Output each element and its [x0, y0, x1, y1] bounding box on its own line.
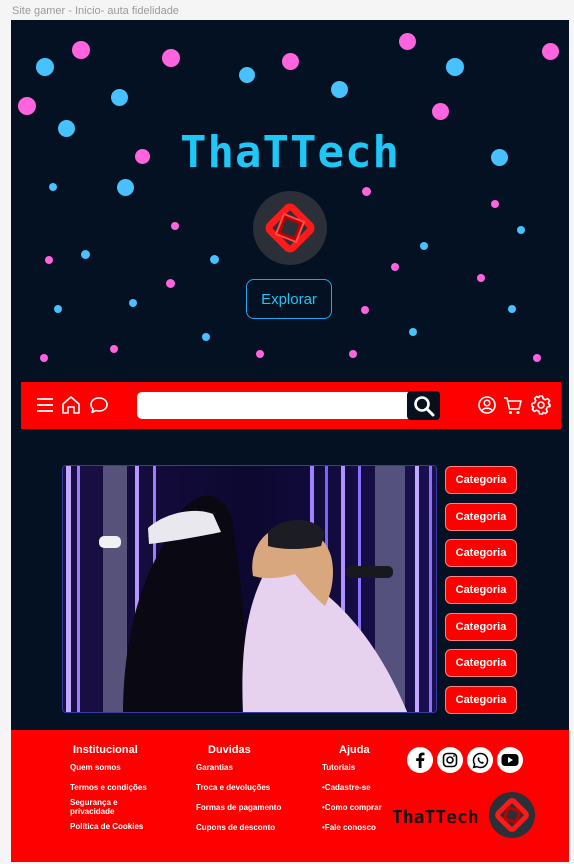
search-input[interactable] [137, 392, 409, 419]
decor-dot [18, 97, 36, 115]
footer-heading: Institucional [73, 744, 138, 756]
decor-dot [446, 58, 464, 76]
footer-column-duvidas: Duvidas Garantias Troca e devoluções For… [196, 744, 296, 832]
youtube-icon[interactable] [497, 747, 523, 773]
category-button[interactable]: Categoria [445, 649, 517, 678]
decor-dot [129, 299, 137, 307]
footer-heading: Duvidas [208, 744, 251, 756]
category-button[interactable]: Categoria [445, 466, 517, 494]
page: ThaTTech Explorar Categoria Categoria Ca… [11, 20, 569, 862]
decor-dot [54, 305, 62, 313]
decor-dot [162, 49, 180, 67]
decor-dot [349, 350, 357, 358]
decor-dot [491, 200, 499, 208]
explore-button[interactable]: Explorar [246, 279, 332, 319]
decor-dot [331, 81, 348, 98]
decor-dot [399, 33, 416, 50]
decor-dot [391, 263, 399, 271]
footer-link[interactable]: •Fale conosco [322, 823, 402, 832]
decor-dot [256, 350, 264, 358]
decor-dot [508, 305, 516, 313]
decor-dot [517, 226, 525, 234]
brand-logo [253, 191, 327, 265]
decor-dot [117, 179, 134, 196]
footer-link[interactable]: Cupons de desconto [196, 823, 296, 832]
frame-label: Site gamer - Inicio- auta fidelidade [12, 5, 179, 17]
decor-dot [171, 222, 179, 230]
decor-dot [239, 67, 255, 83]
decor-dot [210, 255, 219, 264]
decor-dot [81, 250, 90, 259]
decor-dot [409, 328, 417, 336]
decor-dot [72, 41, 90, 59]
decor-dot [49, 183, 57, 191]
category-button[interactable]: Categoria [445, 539, 517, 568]
decor-dot [432, 103, 449, 120]
user-icon[interactable] [476, 394, 498, 416]
decor-dot [166, 279, 175, 288]
banner-image [62, 465, 437, 713]
decor-dot [362, 187, 371, 196]
decor-dot [202, 333, 210, 341]
footer-link[interactable]: Formas de pagamento [196, 803, 296, 812]
footer-link[interactable]: Tutoriais [322, 763, 402, 772]
footer-column-ajuda: Ajuda Tutoriais •Cadastre-se •Como compr… [322, 744, 402, 832]
hero-brand-title: ThaTTech [180, 127, 400, 178]
whatsapp-icon[interactable] [467, 747, 493, 773]
chat-icon[interactable] [88, 394, 110, 416]
footer-link[interactable]: •Como comprar [322, 803, 402, 812]
search-icon [413, 395, 434, 416]
footer-heading: Ajuda [339, 744, 370, 756]
footer-link[interactable]: Quem somos [70, 763, 166, 772]
search-button[interactable] [407, 391, 440, 420]
decor-dot [420, 242, 428, 250]
decor-dot [110, 345, 118, 353]
gear-icon[interactable] [530, 394, 552, 416]
footer-column-institucional: Institucional Quem somos Termos e condiç… [70, 744, 166, 831]
category-button[interactable]: Categoria [445, 502, 517, 531]
hero-section: ThaTTech Explorar [11, 20, 569, 382]
menu-icon[interactable] [34, 394, 56, 416]
footer: Institucional Quem somos Termos e condiç… [11, 730, 569, 862]
instagram-icon[interactable] [437, 747, 463, 773]
footer-link[interactable]: •Cadastre-se [322, 783, 402, 792]
decor-dot [40, 354, 48, 362]
decor-dot [282, 53, 299, 70]
footer-link[interactable]: Troca e devoluções [196, 783, 296, 792]
decor-dot [36, 58, 54, 76]
logo-icon [265, 203, 315, 253]
footer-link[interactable]: Segurança e privacidade [70, 798, 130, 816]
facebook-icon[interactable] [407, 747, 433, 773]
cart-icon[interactable] [502, 394, 524, 416]
decor-dot [361, 306, 369, 314]
category-button[interactable]: Categoria [445, 686, 517, 715]
navbar [21, 382, 561, 429]
footer-link[interactable]: Termos e condições [70, 783, 166, 792]
footer-link[interactable]: Política de Cookies [70, 822, 166, 831]
logo-icon [495, 798, 529, 832]
footer-logo [489, 792, 535, 838]
category-button[interactable]: Categoria [445, 612, 517, 641]
home-icon[interactable] [60, 394, 82, 416]
category-list: Categoria Categoria Categoria Categoria … [445, 466, 517, 723]
decor-dot [111, 89, 128, 106]
footer-link[interactable]: Garantias [196, 763, 296, 772]
decor-dot [533, 354, 541, 362]
decor-dot [477, 274, 485, 282]
category-button[interactable]: Categoria [445, 576, 517, 605]
decor-dot [542, 43, 559, 60]
decor-dot [45, 256, 53, 264]
footer-brand: ThaTTech [392, 807, 479, 828]
